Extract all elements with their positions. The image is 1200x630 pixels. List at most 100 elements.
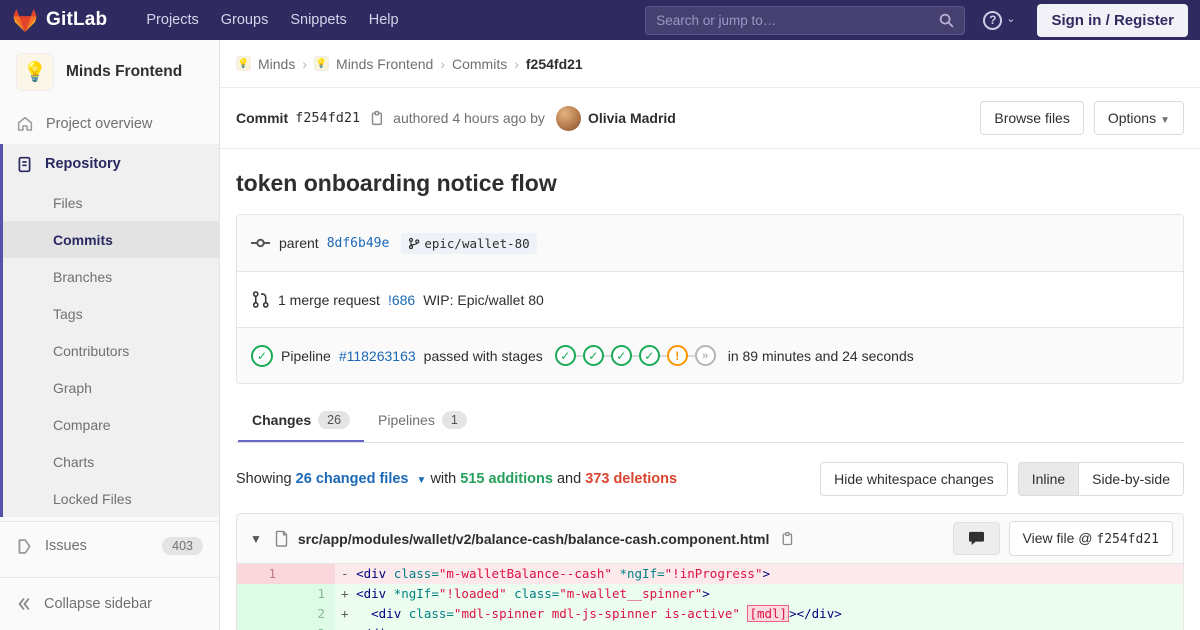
nav-item-projects[interactable]: Projects (135, 12, 209, 28)
code-token: > (702, 586, 710, 601)
old-line-number[interactable] (237, 584, 286, 604)
mr-link[interactable]: !686 (388, 292, 415, 308)
code-token: *ngIf= (619, 566, 665, 581)
sign-in-button[interactable]: Sign in / Register (1037, 3, 1188, 37)
stage-success-icon[interactable]: ✓ (638, 345, 660, 366)
author-name[interactable]: Olivia Madrid (588, 110, 676, 126)
diff-marker: + (341, 626, 356, 630)
sidebar-item-branches[interactable]: Branches (3, 258, 219, 295)
pipeline-status-text: passed with stages (423, 347, 543, 364)
diff-row: 1 + <div *ngIf="!loaded" class="m-wallet_… (237, 584, 1183, 604)
branch-ref-badge[interactable]: epic/wallet-80 (401, 232, 537, 254)
sidebar-item-commits[interactable]: Commits (3, 221, 219, 258)
sidebar-item-tags[interactable]: Tags (3, 295, 219, 332)
stage-skipped-icon[interactable]: » (694, 345, 716, 366)
new-line-number[interactable] (286, 564, 335, 584)
help-icon[interactable]: ? (983, 10, 1003, 30)
stage-connector (687, 354, 695, 357)
diff-file-header: ▼ src/app/modules/wallet/v2/balance-cash… (237, 514, 1183, 564)
sidebar-item-files[interactable]: Files (3, 184, 219, 221)
old-line-number[interactable] (237, 604, 286, 624)
file-collapse-caret[interactable]: ▼ (247, 532, 265, 546)
nav-item-groups[interactable]: Groups (210, 12, 280, 28)
nav-item-snippets[interactable]: Snippets (279, 12, 357, 28)
new-line-number[interactable]: 3 (286, 624, 335, 630)
code-token: *ngIf= (393, 586, 439, 601)
new-line-number[interactable]: 1 (286, 584, 335, 604)
parent-sha-link[interactable]: 8df6b49e (327, 236, 390, 251)
sidebar-item-locked-files[interactable]: Locked Files (3, 480, 219, 517)
sidebar-item-project-overview[interactable]: Project overview (0, 104, 219, 144)
sidebar-item-label: Project overview (46, 116, 153, 132)
changed-files-dropdown[interactable]: 26 changed files ▼ (296, 471, 427, 487)
side-by-side-view-button[interactable]: Side-by-side (1078, 462, 1184, 496)
breadcrumb-item[interactable]: Minds Frontend (336, 56, 433, 72)
help-menu[interactable]: ? ⌄ (983, 10, 1015, 30)
old-line-number[interactable]: 1 (237, 564, 286, 584)
code-token: </div> (356, 626, 401, 630)
sidebar-section-repository: Repository Files Commits Branches Tags Contr… (0, 144, 219, 517)
stage-success-icon[interactable]: ✓ (554, 345, 576, 366)
author-avatar[interactable] (555, 105, 581, 131)
tabs: Changes 26 Pipelines 1 (236, 398, 1184, 443)
caret-down-icon: ▼ (416, 475, 427, 486)
repository-subnav: Files Commits Branches Tags Contributors Grap… (3, 184, 219, 517)
search-icon[interactable] (939, 13, 954, 28)
code-token: class= (514, 586, 560, 601)
tab-changes[interactable]: Changes 26 (238, 398, 365, 442)
commit-header: Commit f254fd21 authored 4 hours ago by … (220, 88, 1200, 149)
toggle-comments-button[interactable] (952, 522, 1000, 555)
breadcrumb-item[interactable]: Commits (452, 56, 507, 72)
options-dropdown-button[interactable]: Options ▼ (1093, 101, 1184, 135)
stage-success-icon[interactable]: ✓ (582, 345, 604, 366)
collapse-sidebar-button[interactable]: Collapse sidebar (0, 584, 219, 624)
code-token: class= (408, 606, 454, 621)
project-name: Minds Frontend (66, 63, 183, 80)
tab-label: Pipelines (378, 412, 435, 428)
copy-path-button[interactable] (778, 531, 796, 546)
sidebar-item-graph[interactable]: Graph (3, 369, 219, 406)
breadcrumb-item[interactable]: f254fd21 (526, 56, 583, 72)
tab-pipelines[interactable]: Pipelines 1 (364, 398, 481, 442)
code-token: "mdl-spinner mdl-js-spinner is-active" (453, 606, 740, 621)
copy-sha-button[interactable] (367, 110, 386, 126)
diff-row: 2 + <div class="mdl-spinner mdl-js-spinne… (237, 604, 1183, 624)
commit-label: Commit (236, 110, 289, 126)
file-actions: View file @ f254fd21 (952, 521, 1173, 556)
copy-icon (371, 110, 383, 126)
sidebar-project-header[interactable]: 💡 Minds Frontend (0, 40, 219, 104)
hide-whitespace-button[interactable]: Hide whitespace changes (820, 462, 1008, 496)
pipeline-status-icon[interactable]: ✓ (251, 344, 273, 367)
breadcrumb-item[interactable]: Minds (258, 56, 295, 72)
new-line-number[interactable]: 2 (286, 604, 335, 624)
parent-row: parent 8df6b49e epic/wallet-80 (237, 215, 1183, 271)
stage-warning-icon[interactable]: ! (666, 345, 688, 366)
code-token: <div (371, 606, 402, 621)
sidebar-item-contributors[interactable]: Contributors (3, 332, 219, 369)
inline-view-button[interactable]: Inline (1017, 462, 1079, 496)
old-line-number[interactable] (237, 624, 286, 630)
code-token: [mdl] (747, 605, 790, 622)
browse-files-button[interactable]: Browse files (980, 101, 1084, 135)
diff-row: 1 - <div class="m-walletBalance--cash" *n… (237, 564, 1183, 584)
diff-marker: - (341, 566, 357, 581)
branch-ref-label: epic/wallet-80 (424, 235, 530, 251)
commit-icon (251, 238, 270, 248)
collapse-sidebar-label: Collapse sidebar (44, 596, 153, 612)
sidebar-item-issues[interactable]: Issues 403 (0, 526, 219, 566)
file-path[interactable]: src/app/modules/wallet/v2/balance-cash/b… (298, 531, 769, 547)
sidebar-item-repository[interactable]: Repository (3, 144, 219, 184)
search-box[interactable] (645, 5, 966, 35)
sidebar-item-compare[interactable]: Compare (3, 406, 219, 443)
gitlab-logo[interactable]: GitLab (12, 8, 107, 33)
search-input[interactable] (656, 12, 932, 28)
sidebar: 💡 Minds Frontend Project overview Reposi… (0, 40, 220, 630)
stage-success-icon[interactable]: ✓ (610, 345, 632, 366)
nav-item-help[interactable]: Help (358, 12, 410, 28)
pipeline-id-link[interactable]: #118263163 (339, 348, 416, 364)
double-chevron-left-icon (18, 598, 30, 610)
nav-menu: Projects Groups Snippets Help (135, 12, 409, 28)
sidebar-item-charts[interactable]: Charts (3, 443, 219, 480)
view-file-button[interactable]: View file @ f254fd21 (1008, 521, 1173, 556)
